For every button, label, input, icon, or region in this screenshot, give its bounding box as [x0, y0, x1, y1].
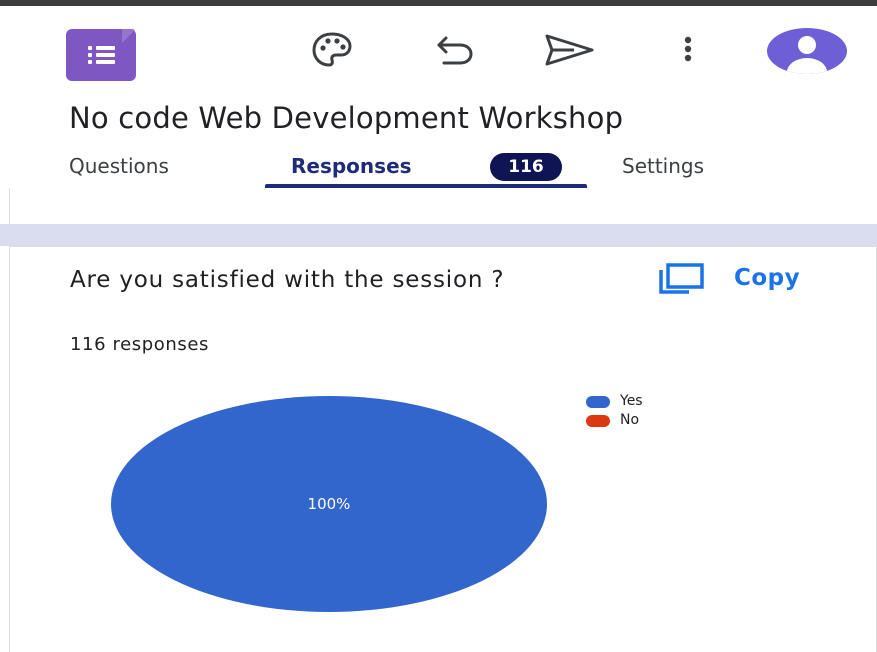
responses-count-badge: 116	[490, 153, 562, 181]
form-title: No code Web Development Workshop	[69, 101, 624, 135]
copy-button[interactable]: Copy	[734, 265, 800, 291]
forms-app-icon[interactable]	[66, 29, 136, 81]
copy-icon[interactable]	[656, 263, 708, 295]
legend-label: Yes	[620, 393, 643, 409]
more-vert-icon[interactable]	[676, 30, 700, 70]
summary-card-bottom	[9, 188, 877, 224]
question-title: Are you satisfied with the session ?	[70, 267, 505, 293]
tab-questions[interactable]: Questions	[69, 154, 169, 178]
legend-label: No	[620, 412, 640, 428]
response-count: 116 responses	[70, 334, 210, 355]
tab-settings[interactable]: Settings	[622, 154, 704, 178]
pie-chart: 100%	[111, 396, 547, 612]
account-avatar[interactable]	[767, 28, 847, 74]
legend-swatch	[586, 396, 610, 408]
undo-icon[interactable]	[432, 30, 476, 70]
section-divider	[0, 224, 877, 246]
person-icon	[787, 36, 827, 74]
legend-swatch	[586, 415, 610, 427]
tab-responses[interactable]: Responses	[291, 154, 412, 178]
toolbar	[0, 6, 877, 92]
palette-icon[interactable]	[310, 30, 354, 70]
pie-data-label: 100%	[308, 495, 351, 513]
send-icon[interactable]	[544, 30, 596, 70]
